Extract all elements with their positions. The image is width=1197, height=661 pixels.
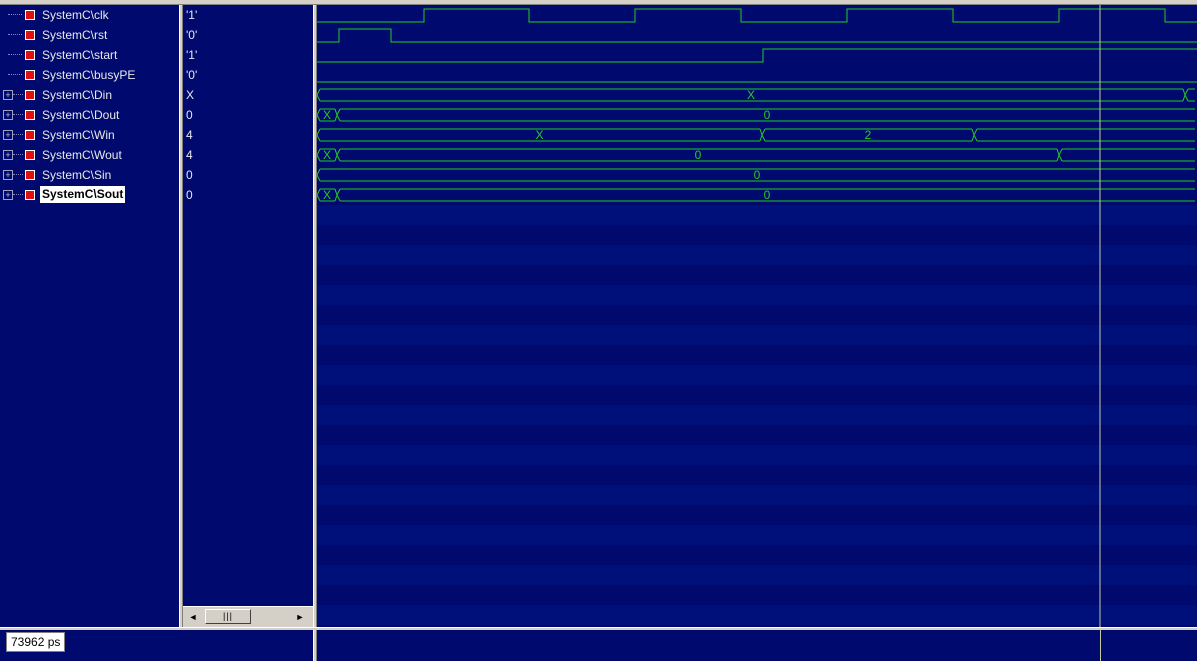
row-band [317,285,1197,305]
expand-plus-icon[interactable]: + [3,90,13,100]
signal-row[interactable]: + SystemC\Din [0,85,179,105]
signal-row[interactable]: + SystemC\Sout [0,185,179,205]
signal-row[interactable]: + SystemC\Dout [0,105,179,125]
row-band [317,245,1197,265]
cursor-time-label: 73962 ps [6,632,66,652]
row-band [317,205,1197,225]
signal-row[interactable]: + SystemC\Sin [0,165,179,185]
row-band [317,405,1197,425]
time-readout-area: 73962 ps [0,630,313,661]
values-horizontal-scrollbar[interactable]: ◄ ||| ► [183,606,313,627]
bus-waveform-segment [1058,148,1195,162]
bus-value-label: X [323,188,331,202]
bus-value-label: 0 [764,108,771,122]
signal-name[interactable]: SystemC\clk [42,8,109,22]
signal-value: 4 [186,128,193,142]
row-band [317,605,1197,625]
signal-marker-icon [25,130,35,140]
row-band [317,325,1197,345]
signal-marker-icon [25,170,35,180]
row-band [317,525,1197,545]
bus-value-label: X [747,88,755,102]
signal-value: X [186,88,195,102]
tree-connector [13,174,23,175]
signal-row[interactable]: SystemC\rst [0,25,179,45]
signal-name[interactable]: SystemC\start [42,48,117,62]
signal-name[interactable]: SystemC\rst [42,28,107,42]
bus-value-label: 0 [764,188,771,202]
signal-row[interactable]: SystemC\busyPE [0,65,179,85]
signal-value: '0' [186,28,198,42]
signal-value: 4 [186,148,193,162]
signal-value: 0 [186,188,193,202]
signal-name[interactable]: SystemC\Sin [42,168,111,182]
signal-marker-icon [25,30,35,40]
time-ruler-area[interactable] [317,630,1197,661]
signal-name[interactable]: SystemC\busyPE [42,68,135,82]
tree-connector [13,194,23,195]
waveform-pane[interactable]: XX0X2X00X0 [316,5,1197,627]
signal-name[interactable]: SystemC\Sout [40,186,126,203]
expand-plus-icon[interactable]: + [3,190,13,200]
bit-waveform-trace [317,28,1197,43]
tree-connector [8,54,22,55]
expand-plus-icon[interactable]: + [3,110,13,120]
signal-marker-icon [25,190,35,200]
tree-connector [13,114,23,115]
tree-connector [8,14,22,15]
signal-row[interactable]: SystemC\clk [0,5,179,25]
tree-connector [8,34,22,35]
waveform-canvas[interactable]: XX 0X 2X 00X 0 [316,5,1197,627]
bus-value-label: X [323,108,331,122]
row-band [317,365,1197,385]
bus-value-label: X [535,128,543,142]
bit-waveform-trace [317,8,1197,23]
cursor-line[interactable] [1100,630,1101,661]
signal-name[interactable]: SystemC\Win [42,128,115,142]
bus-value-label: X [323,148,331,162]
signal-name[interactable]: SystemC\Wout [42,148,122,162]
signal-marker-icon [25,50,35,60]
bus-value-label: 0 [754,168,761,182]
tree-connector [13,154,23,155]
bus-value-label: 2 [865,128,872,142]
bit-waveform-trace [317,48,1197,63]
signal-marker-icon [25,70,35,80]
signal-value: 0 [186,168,193,182]
expand-plus-icon[interactable]: + [3,170,13,180]
scroll-thumb[interactable]: ||| [205,609,251,624]
signal-row[interactable]: + SystemC\Win [0,125,179,145]
signal-value: '1' [186,8,198,22]
bus-value-label: 0 [695,148,702,162]
scroll-left-icon[interactable]: ◄ [186,610,200,624]
expand-plus-icon[interactable]: + [3,130,13,140]
signal-marker-icon [25,150,35,160]
signal-values-pane: '1' '0' '1' '0' X 0 4 4 0 0 [183,5,313,606]
row-band [317,485,1197,505]
bus-waveform-segment [973,128,1195,142]
expand-plus-icon[interactable]: + [3,150,13,160]
signal-row[interactable]: + SystemC\Wout [0,145,179,165]
signal-value: '1' [186,48,198,62]
signal-row[interactable]: SystemC\start [0,45,179,65]
bus-waveform-segment [1184,88,1195,102]
row-band [317,445,1197,465]
signal-name[interactable]: SystemC\Dout [42,108,119,122]
tree-connector [13,134,23,135]
signal-marker-icon [25,110,35,120]
tree-connector [13,94,23,95]
tree-connector [8,74,22,75]
signal-names-pane: SystemC\clk SystemC\rst SystemC\start Syste… [0,5,179,627]
signal-marker-icon [25,10,35,20]
signal-value: '0' [186,68,198,82]
scroll-right-icon[interactable]: ► [293,610,307,624]
signal-marker-icon [25,90,35,100]
row-band [317,565,1197,585]
signal-value: 0 [186,108,193,122]
signal-name[interactable]: SystemC\Din [42,88,112,102]
